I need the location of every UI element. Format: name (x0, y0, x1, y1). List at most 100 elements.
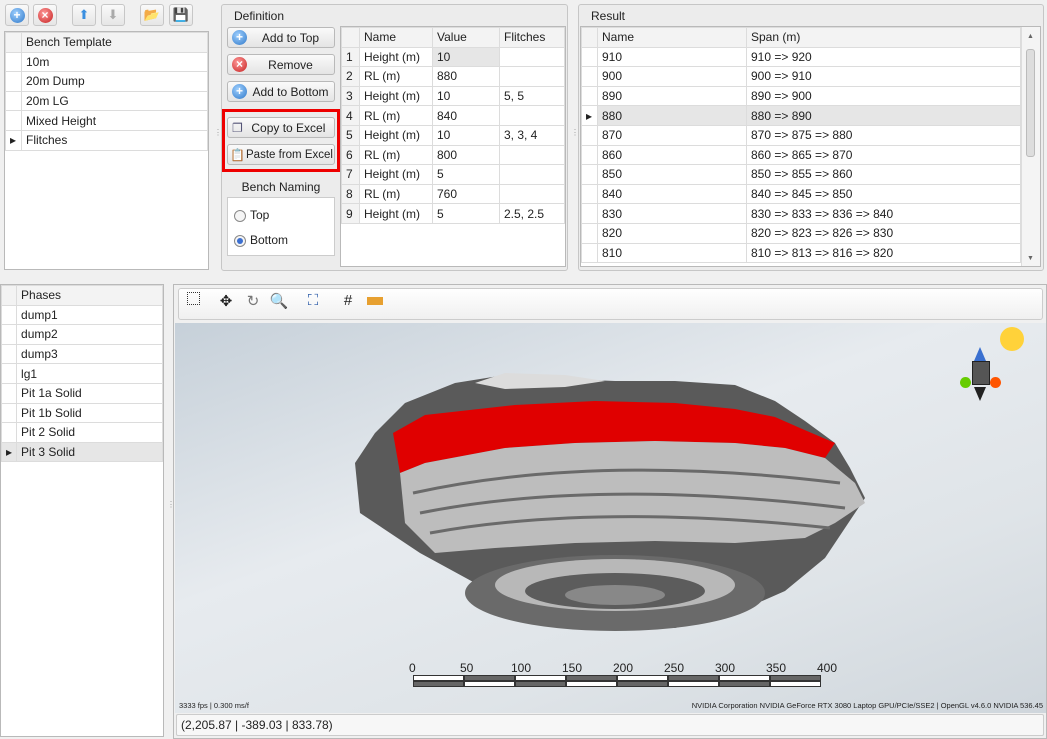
col-span[interactable]: Span (m) (746, 27, 1021, 48)
cell-flitches[interactable] (499, 66, 565, 87)
cell-value[interactable]: 840 (432, 105, 500, 126)
table-row[interactable]: 900 900 => 910 (581, 66, 1021, 87)
col-name[interactable]: Name (597, 27, 747, 48)
delete-icon[interactable]: × (33, 4, 57, 26)
cell-name[interactable]: Height (m) (359, 203, 433, 224)
cell-name: 870 (597, 124, 747, 146)
save-export-icon[interactable]: 💾 (169, 4, 193, 26)
list-item[interactable]: 20m Dump (5, 71, 208, 92)
row-indicator (5, 110, 22, 131)
table-row[interactable]: 2 RL (m) 880 (341, 66, 565, 87)
table-row[interactable]: 7 Height (m) 5 (341, 164, 565, 185)
list-item[interactable]: ▸ Flitches (5, 129, 208, 151)
col-value[interactable]: Value (432, 27, 500, 48)
cell-value[interactable]: 5 (432, 164, 500, 185)
phases-header: Phases (16, 285, 163, 306)
table-row[interactable]: 6 RL (m) 800 (341, 144, 565, 166)
radio-top[interactable]: Top (234, 208, 269, 222)
col-flitches[interactable]: Flitches (499, 27, 565, 48)
row-indicator (581, 46, 598, 68)
open-folder-icon[interactable]: 📂 (140, 4, 164, 26)
table-row[interactable]: 1 Height (m) 10 (341, 46, 565, 68)
list-item[interactable]: dump2 (0, 324, 163, 345)
table-row[interactable]: 830 830 => 833 => 836 => 840 (581, 203, 1021, 224)
table-row[interactable]: 840 840 => 845 => 850 (581, 183, 1021, 205)
table-row[interactable]: 850 850 => 855 => 860 (581, 164, 1021, 185)
3d-viewport[interactable] (175, 323, 1046, 713)
ruler-icon[interactable] (365, 292, 385, 309)
table-row[interactable]: ▸ 880 880 => 890 (581, 105, 1021, 126)
list-item[interactable]: lg1 (0, 363, 163, 384)
row-number: 7 (341, 164, 360, 185)
cell-value[interactable]: 5 (432, 203, 500, 224)
cell-value[interactable]: 10 (432, 46, 500, 68)
list-item[interactable]: 20m LG (5, 90, 208, 112)
cell-name[interactable]: Height (m) (359, 46, 433, 68)
rotate-icon[interactable]: ↻ (243, 292, 263, 310)
cell-flitches[interactable] (499, 105, 565, 126)
cell-value[interactable]: 880 (432, 66, 500, 87)
cell-flitches[interactable]: 2.5, 2.5 (499, 203, 565, 224)
cell-flitches[interactable] (499, 46, 565, 68)
select-box-icon[interactable] (183, 292, 203, 309)
table-row[interactable]: 870 870 => 875 => 880 (581, 124, 1021, 146)
list-item[interactable]: 10m (5, 51, 208, 73)
cell-flitches[interactable]: 5, 5 (499, 85, 565, 107)
scale-segment (566, 681, 617, 687)
cell-name[interactable]: Height (m) (359, 164, 433, 185)
cell-name[interactable]: Height (m) (359, 85, 433, 107)
add-to-top-button[interactable]: + Add to Top (227, 27, 335, 48)
cell-flitches[interactable] (499, 183, 565, 205)
table-row[interactable]: 820 820 => 823 => 826 => 830 (581, 222, 1021, 244)
copy-to-excel-button[interactable]: ❐ Copy to Excel (227, 117, 335, 138)
add-icon[interactable]: + (5, 4, 29, 26)
list-item[interactable]: ▸ Pit 3 Solid (0, 441, 163, 463)
remove-button[interactable]: × Remove (227, 54, 335, 75)
cell-flitches[interactable]: 3, 3, 4 (499, 124, 565, 146)
pan-icon[interactable]: ✥ (216, 292, 236, 310)
scrollbar-thumb[interactable] (1026, 49, 1035, 157)
move-down-icon[interactable]: ⬇ (101, 4, 125, 26)
table-row[interactable]: 5 Height (m) 10 3, 3, 4 (341, 124, 565, 146)
cell-flitches[interactable] (499, 144, 565, 166)
list-item[interactable]: Pit 1a Solid (0, 382, 163, 404)
table-row[interactable]: 910 910 => 920 (581, 46, 1021, 68)
radio-bottom[interactable]: Bottom (234, 233, 288, 247)
vertical-scrollbar[interactable]: ▲ ▼ (1021, 27, 1040, 266)
cell-value[interactable]: 800 (432, 144, 500, 166)
table-row[interactable]: 8 RL (m) 760 (341, 183, 565, 205)
add-icon: + (232, 30, 247, 45)
cell-value[interactable]: 760 (432, 183, 500, 205)
table-row[interactable]: 4 RL (m) 840 (341, 105, 565, 126)
cell-name[interactable]: RL (m) (359, 144, 433, 166)
col-name[interactable]: Name (359, 27, 433, 48)
cell-value[interactable]: 10 (432, 124, 500, 146)
table-row[interactable]: 860 860 => 865 => 870 (581, 144, 1021, 166)
list-item[interactable]: dump1 (0, 304, 163, 326)
table-row[interactable]: 890 890 => 900 (581, 85, 1021, 107)
table-row[interactable]: 810 810 => 813 => 816 => 820 (581, 242, 1021, 264)
cell-name[interactable]: RL (m) (359, 66, 433, 87)
cell-flitches[interactable] (499, 164, 565, 185)
zoom-icon[interactable]: 🔍 (269, 292, 289, 310)
list-item[interactable]: dump3 (0, 343, 163, 365)
add-to-bottom-button[interactable]: + Add to Bottom (227, 81, 335, 102)
grid-icon[interactable]: # (338, 292, 358, 309)
cell-name[interactable]: Height (m) (359, 124, 433, 146)
list-item[interactable]: Pit 1b Solid (0, 402, 163, 424)
list-item[interactable]: Mixed Height (5, 110, 208, 131)
table-row[interactable]: 3 Height (m) 10 5, 5 (341, 85, 565, 107)
zoom-extents-icon[interactable]: ⛶ (303, 292, 323, 309)
move-up-icon[interactable]: ⬆ (72, 4, 96, 26)
row-indicator (581, 183, 598, 205)
paste-from-excel-button[interactable]: 📋 Paste from Excel (227, 144, 335, 165)
cell-name: 900 (597, 66, 747, 87)
cell-name[interactable]: RL (m) (359, 183, 433, 205)
cell-value[interactable]: 10 (432, 85, 500, 107)
table-row[interactable]: 9 Height (m) 5 2.5, 2.5 (341, 203, 565, 224)
orientation-gizmo[interactable] (960, 327, 1024, 415)
row-indicator (5, 51, 22, 73)
cell-name: 820 (597, 222, 747, 244)
cell-name[interactable]: RL (m) (359, 105, 433, 126)
list-item[interactable]: Pit 2 Solid (0, 422, 163, 443)
